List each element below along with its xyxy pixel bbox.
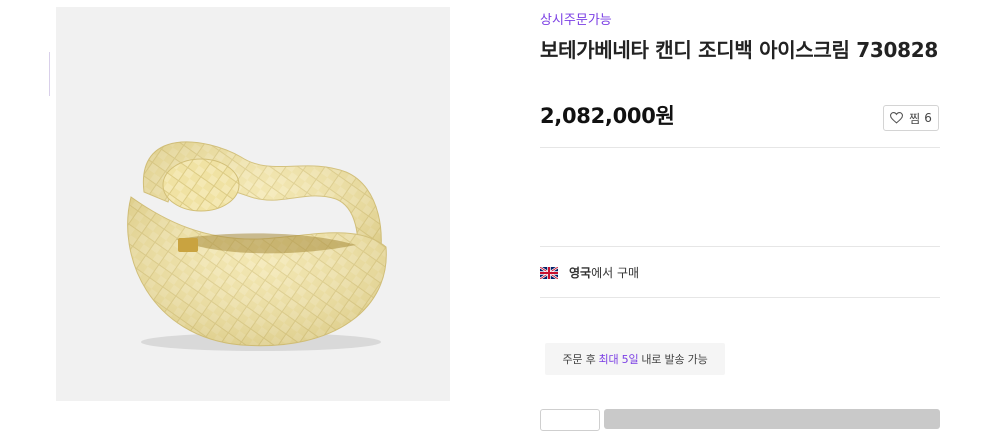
shipping-prefix: 주문 후 <box>562 353 596 366</box>
uk-flag-icon <box>540 266 558 279</box>
quantity-selector[interactable] <box>540 409 600 431</box>
purchase-button[interactable] <box>604 409 940 429</box>
origin-country: 영국 <box>569 266 592 280</box>
shipping-notice: 주문 후 최대 5일 내로 발송 가능 <box>545 343 725 375</box>
left-divider-line <box>49 52 50 96</box>
purchase-origin: 영국 에서 구매 <box>540 264 639 281</box>
shipping-highlight: 최대 5일 <box>598 353 639 366</box>
divider-middle <box>540 246 940 247</box>
availability-badge: 상시주문가능 <box>540 13 612 28</box>
divider-bottom <box>540 297 940 298</box>
wishlist-button[interactable]: 찜 6 <box>883 105 939 131</box>
product-image[interactable] <box>56 7 450 401</box>
product-price: 2,082,000원 <box>540 104 675 128</box>
woven-handbag-image <box>127 141 387 351</box>
divider-top <box>540 147 940 148</box>
wishlist-label: 찜 <box>909 111 921 126</box>
origin-suffix: 에서 구매 <box>591 266 640 280</box>
heart-icon <box>890 112 904 124</box>
product-title: 보테가베네타 캔디 조디백 아이스크림 730828 <box>540 38 938 62</box>
shipping-suffix: 내로 발송 가능 <box>641 353 708 366</box>
wishlist-count: 6 <box>924 111 932 125</box>
